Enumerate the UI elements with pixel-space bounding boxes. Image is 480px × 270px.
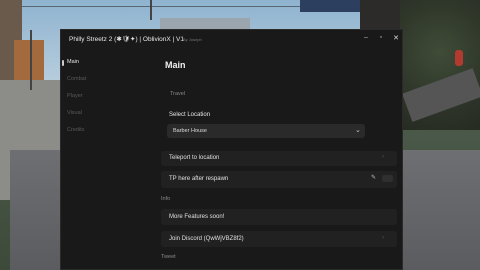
sidebar-item-visual[interactable]: Visual	[67, 110, 82, 116]
main-content: Main Travel Select Location Barber House…	[157, 50, 402, 270]
maximize-icon[interactable]: ▫	[376, 34, 386, 41]
building	[14, 40, 44, 85]
window-subtitle: By Joseph	[183, 37, 202, 42]
more-features-text: More Features soon!	[169, 214, 225, 220]
title-bar[interactable]: Philly Streetz 2 (✱🛡✦) | OblivionX | V1 …	[61, 30, 402, 50]
building-roof	[300, 0, 360, 12]
street-pole	[30, 30, 32, 90]
select-location-label: Select Location	[169, 112, 211, 118]
sidebar: Main Combat Player Visual Credits	[61, 50, 156, 270]
sidebar-item-combat[interactable]: Combat	[67, 76, 86, 82]
script-hub-window: Philly Streetz 2 (✱🛡✦) | OblivionX | V1 …	[60, 29, 403, 270]
info-paragraph: More Features soon!	[161, 209, 397, 225]
section-info: Info	[161, 196, 171, 202]
active-tab-indicator	[62, 60, 64, 66]
teleport-button[interactable]: Teleport to location ›	[161, 151, 397, 166]
join-discord-button[interactable]: Join Discord (QwWjVBZ8f2) ›	[161, 231, 397, 247]
sidebar-item-player[interactable]: Player	[67, 93, 83, 99]
window-title: Philly Streetz 2 (✱🛡✦) | OblivionX | V1	[69, 36, 185, 43]
section-tweet: Tweet	[161, 254, 176, 260]
tp-respawn-toggle-row: TP here after respawn ✎	[161, 171, 397, 188]
location-dropdown[interactable]: Barber House ⌄	[167, 124, 365, 138]
chevron-down-icon: ⌄	[355, 127, 361, 134]
close-icon[interactable]: ✕	[391, 34, 401, 42]
minimize-icon[interactable]: –	[361, 34, 371, 41]
arrow-icon: ›	[382, 154, 384, 160]
teleport-button-label: Teleport to location	[169, 155, 220, 161]
section-travel: Travel	[170, 91, 186, 97]
street-pole	[150, 0, 152, 20]
location-dropdown-value: Barber House	[173, 128, 207, 134]
tp-respawn-toggle[interactable]	[382, 175, 393, 182]
street-sign	[455, 50, 463, 66]
pencil-icon[interactable]: ✎	[371, 174, 376, 181]
sidebar-item-main[interactable]: Main	[67, 59, 79, 65]
arrow-icon: ›	[382, 235, 384, 241]
tp-respawn-label: TP here after respawn	[169, 176, 229, 182]
join-discord-label: Join Discord (QwWjVBZ8f2)	[169, 236, 244, 242]
sidebar-item-credits[interactable]: Credits	[67, 127, 84, 133]
page-title: Main	[165, 60, 186, 70]
